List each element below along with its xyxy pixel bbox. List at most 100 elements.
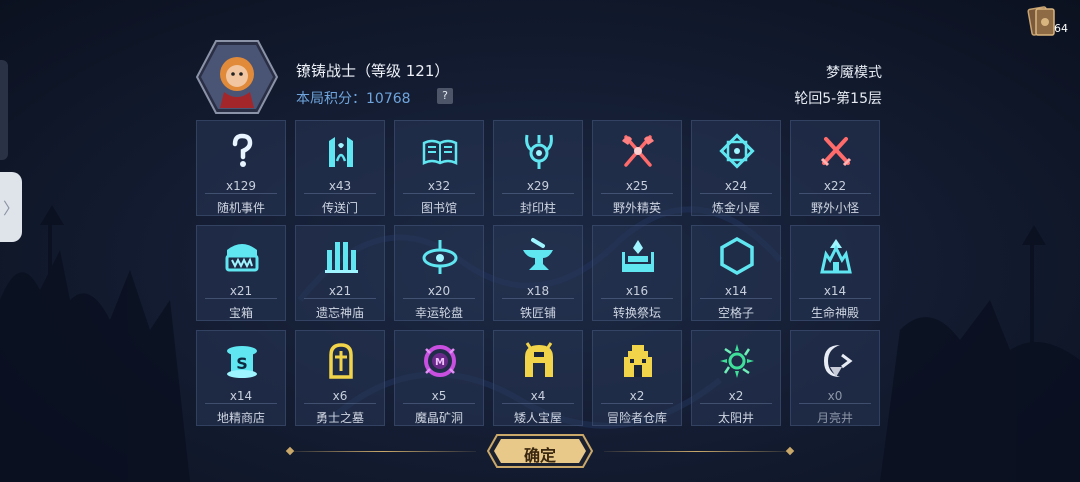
side-expand-tab[interactable]: 〉 <box>0 172 22 242</box>
tile-count: x129 <box>225 179 256 193</box>
question-mark-icon <box>232 133 253 167</box>
tile-label: 冒险者仓库 <box>606 411 667 425</box>
tile-label: 勇士之墓 <box>315 411 364 425</box>
tile-count: x21 <box>328 284 352 298</box>
tile-adventurer-warehouse[interactable]: x2 冒险者仓库 <box>592 330 682 426</box>
fortune-wheel-icon <box>422 240 458 274</box>
tile-divider <box>700 193 772 194</box>
tile-label: 炼金小屋 <box>711 201 760 215</box>
tile-label: 空格子 <box>717 306 754 320</box>
tile-divider <box>601 193 673 194</box>
tile-count: x14 <box>724 284 748 298</box>
tile-blacksmith[interactable]: x18 铁匠铺 <box>493 225 583 321</box>
footer-dot-right <box>785 446 795 456</box>
treasure-chest-icon <box>225 244 259 272</box>
tile-divider <box>304 298 376 299</box>
tile-divider <box>601 403 673 404</box>
tile-conversion-altar[interactable]: x16 转换祭坛 <box>592 225 682 321</box>
tile-count: x25 <box>625 179 649 193</box>
tile-warrior-tomb[interactable]: x6 勇士之墓 <box>295 330 385 426</box>
tile-divider <box>601 298 673 299</box>
tile-label: 随机事件 <box>216 201 265 215</box>
tile-crystal-mine[interactable]: M x5 魔晶矿洞 <box>394 330 484 426</box>
tile-empty-cell[interactable]: x14 空格子 <box>691 225 781 321</box>
tile-fortune-wheel[interactable]: x20 幸运轮盘 <box>394 225 484 321</box>
tile-label: 太阳井 <box>717 411 754 425</box>
tile-label: 封印柱 <box>519 201 556 215</box>
altar-icon <box>622 240 654 272</box>
confirm-button[interactable]: 确定 <box>486 434 594 468</box>
tile-label: 野外小怪 <box>810 201 859 215</box>
tile-count: x16 <box>625 284 649 298</box>
run-summary-header: 镣铸战士（等级 121） 本局积分：10768 ? 梦魇模式 轮回5-第15层 <box>196 40 882 114</box>
tile-portal[interactable]: x43 传送门 <box>295 120 385 216</box>
card-count: 64 <box>1054 22 1068 35</box>
run-score: 本局积分：10768 <box>296 91 411 107</box>
hexagon-icon <box>720 236 754 276</box>
tile-divider <box>700 403 772 404</box>
tile-count: x2 <box>728 389 744 403</box>
tile-library[interactable]: x32 图书馆 <box>394 120 484 216</box>
moon-well-icon <box>824 345 853 377</box>
confirm-button-label: 确定 <box>523 446 556 465</box>
tile-label: 传送门 <box>321 201 358 215</box>
tile-divider <box>403 193 475 194</box>
tile-field-elite[interactable]: x25 野外精英 <box>592 120 682 216</box>
tile-forgotten-temple[interactable]: x21 遗忘神庙 <box>295 225 385 321</box>
tile-divider <box>502 298 574 299</box>
score-help-button[interactable]: ? <box>437 88 453 104</box>
tile-divider <box>502 193 574 194</box>
tile-divider <box>205 403 277 404</box>
tile-count: x32 <box>427 179 451 193</box>
tile-label: 生命神殿 <box>810 306 859 320</box>
life-shrine-icon <box>820 239 852 274</box>
tile-field-monster[interactable]: x22 野外小怪 <box>790 120 880 216</box>
tile-count: x18 <box>526 284 550 298</box>
tile-sun-well[interactable]: x2 太阳井 <box>691 330 781 426</box>
tile-label: 幸运轮盘 <box>414 306 463 320</box>
tile-random-event[interactable]: x129 随机事件 <box>196 120 286 216</box>
alchemy-diamond-icon <box>719 133 755 169</box>
tile-alchemy-hut[interactable]: x24 炼金小屋 <box>691 120 781 216</box>
footer-ornament-left <box>290 451 476 452</box>
tile-label: 转换祭坛 <box>612 306 661 320</box>
crossed-axes-icon <box>622 135 654 167</box>
hero-avatar[interactable] <box>196 40 278 114</box>
goblin-shop-icon: S <box>227 346 257 378</box>
anvil-icon <box>523 238 553 270</box>
tile-goblin-shop[interactable]: S x14 地精商店 <box>196 330 286 426</box>
tile-label: 月亮井 <box>816 411 853 425</box>
tile-count: x29 <box>526 179 550 193</box>
footer-ornament-right <box>604 451 790 452</box>
tile-count: x21 <box>229 284 253 298</box>
tile-count: x20 <box>427 284 451 298</box>
crystal-cave-icon: M <box>424 345 456 377</box>
tile-label: 地精商店 <box>216 411 265 425</box>
tile-moon-well[interactable]: x0 月亮井 <box>790 330 880 426</box>
seal-pillar-icon <box>525 134 553 169</box>
difficulty-mode: 梦魇模式 <box>826 65 882 81</box>
tile-count: x5 <box>431 389 447 403</box>
tile-treasure-chest[interactable]: x21 宝箱 <box>196 225 286 321</box>
tile-count: x43 <box>328 179 352 193</box>
tile-divider <box>205 298 277 299</box>
temple-ruins-icon <box>325 242 358 273</box>
tile-life-shrine[interactable]: x14 生命神殿 <box>790 225 880 321</box>
tile-divider <box>205 193 277 194</box>
tile-label: 矮人宝屋 <box>513 411 562 425</box>
crossed-swords-icon <box>820 137 852 167</box>
svg-text:M: M <box>435 357 445 368</box>
round-floor: 轮回5-第15层 <box>794 91 882 107</box>
tile-dwarf-treasury[interactable]: x4 矮人宝屋 <box>493 330 583 426</box>
tile-divider <box>403 403 475 404</box>
book-icon <box>422 139 458 166</box>
chevron-right-icon: 〉 <box>2 199 19 218</box>
portal-icon <box>329 137 353 167</box>
tile-count: x22 <box>823 179 847 193</box>
tombstone-icon <box>329 343 353 379</box>
tile-seal-pillar[interactable]: x29 封印柱 <box>493 120 583 216</box>
tile-divider <box>799 193 871 194</box>
svg-text:S: S <box>236 354 248 373</box>
tile-label: 图书馆 <box>420 201 457 215</box>
tile-count: x4 <box>530 389 546 403</box>
